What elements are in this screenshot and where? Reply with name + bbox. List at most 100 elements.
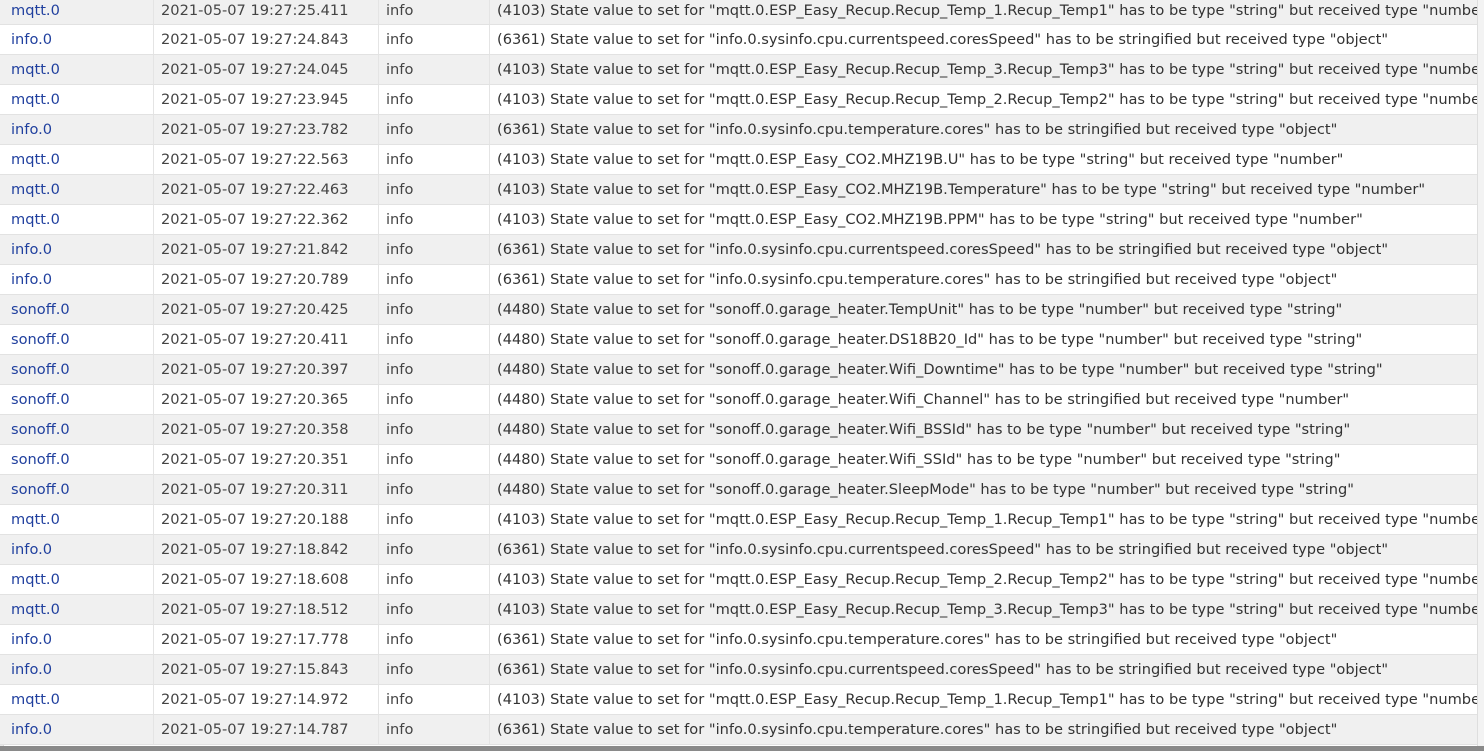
log-timestamp: 2021-05-07 19:27:20.358	[154, 415, 379, 444]
log-message: (4103) State value to set for "mqtt.0.ES…	[497, 601, 1477, 618]
log-source: mqtt.0	[4, 175, 154, 204]
vertical-scrollbar[interactable]	[1477, 0, 1484, 746]
log-message: (4103) State value to set for "mqtt.0.ES…	[497, 181, 1426, 198]
log-severity: info	[379, 295, 490, 324]
log-severity: info	[379, 655, 490, 684]
table-row[interactable]: sonoff.0 2021-05-07 19:27:20.311 info (4480…	[0, 475, 1484, 505]
log-message: (4103) State value to set for "mqtt.0.ES…	[497, 211, 1363, 228]
table-row[interactable]: mqtt.0 2021-05-07 19:27:25.411 info (4103) …	[0, 0, 1484, 25]
log-severity: info	[379, 85, 490, 114]
table-row[interactable]: sonoff.0 2021-05-07 19:27:20.351 info (4480…	[0, 445, 1484, 475]
log-severity: info	[379, 715, 490, 744]
log-timestamp: 2021-05-07 19:27:20.188	[154, 505, 379, 534]
log-severity: info	[379, 55, 490, 84]
log-timestamp: 2021-05-07 19:27:15.843	[154, 655, 379, 684]
table-row[interactable]: info.0 2021-05-07 19:27:17.778 info (6361) …	[0, 625, 1484, 655]
table-row[interactable]: sonoff.0 2021-05-07 19:27:20.397 info (4480…	[0, 355, 1484, 385]
log-message: (6361) State value to set for "info.0.sy…	[497, 661, 1389, 678]
table-row[interactable]: sonoff.0 2021-05-07 19:27:20.365 info (4480…	[0, 385, 1484, 415]
log-timestamp: 2021-05-07 19:27:17.778	[154, 625, 379, 654]
log-message: (6361) State value to set for "info.0.sy…	[497, 31, 1389, 48]
log-source: info.0	[4, 235, 154, 264]
table-row[interactable]: info.0 2021-05-07 19:27:15.843 info (6361) …	[0, 655, 1484, 685]
table-row[interactable]: mqtt.0 2021-05-07 19:27:24.045 info (4103) …	[0, 55, 1484, 85]
log-timestamp: 2021-05-07 19:27:23.782	[154, 115, 379, 144]
table-row[interactable]: mqtt.0 2021-05-07 19:27:20.188 info (4103) …	[0, 505, 1484, 535]
horizontal-scrollbar[interactable]	[0, 746, 1484, 751]
log-message: (4103) State value to set for "mqtt.0.ES…	[497, 61, 1477, 78]
log-severity: info	[379, 595, 490, 624]
log-timestamp: 2021-05-07 19:27:22.362	[154, 205, 379, 234]
table-row[interactable]: info.0 2021-05-07 19:27:21.842 info (6361) …	[0, 235, 1484, 265]
log-severity: info	[379, 115, 490, 144]
log-severity: info	[379, 565, 490, 594]
log-message: (6361) State value to set for "info.0.sy…	[497, 631, 1338, 648]
log-source: sonoff.0	[4, 325, 154, 354]
log-timestamp: 2021-05-07 19:27:14.787	[154, 715, 379, 744]
log-timestamp: 2021-05-07 19:27:18.512	[154, 595, 379, 624]
log-timestamp: 2021-05-07 19:27:22.463	[154, 175, 379, 204]
table-row[interactable]: info.0 2021-05-07 19:27:18.842 info (6361) …	[0, 535, 1484, 565]
log-source: info.0	[4, 115, 154, 144]
table-row[interactable]: sonoff.0 2021-05-07 19:27:20.358 info (4480…	[0, 415, 1484, 445]
log-timestamp: 2021-05-07 19:27:18.842	[154, 535, 379, 564]
log-source: info.0	[4, 25, 154, 54]
table-row[interactable]: mqtt.0 2021-05-07 19:27:22.563 info (4103) …	[0, 145, 1484, 175]
log-message: (4480) State value to set for "sonoff.0.…	[497, 481, 1354, 498]
log-timestamp: 2021-05-07 19:27:20.425	[154, 295, 379, 324]
log-source: info.0	[4, 265, 154, 294]
log-severity: info	[379, 235, 490, 264]
log-timestamp: 2021-05-07 19:27:20.789	[154, 265, 379, 294]
log-severity: info	[379, 325, 490, 354]
log-severity: info	[379, 685, 490, 714]
log-source: mqtt.0	[4, 565, 154, 594]
log-severity: info	[379, 625, 490, 654]
log-source: mqtt.0	[4, 145, 154, 174]
log-source: info.0	[4, 535, 154, 564]
log-timestamp: 2021-05-07 19:27:21.842	[154, 235, 379, 264]
table-row[interactable]: mqtt.0 2021-05-07 19:27:22.362 info (4103) …	[0, 205, 1484, 235]
log-severity: info	[379, 25, 490, 54]
log-severity: info	[379, 535, 490, 564]
log-timestamp: 2021-05-07 19:27:24.045	[154, 55, 379, 84]
log-severity: info	[379, 385, 490, 414]
log-source: mqtt.0	[4, 55, 154, 84]
log-severity: info	[379, 415, 490, 444]
table-row[interactable]: mqtt.0 2021-05-07 19:27:18.608 info (4103) …	[0, 565, 1484, 595]
table-row[interactable]: mqtt.0 2021-05-07 19:27:18.512 info (4103) …	[0, 595, 1484, 625]
log-message: (6361) State value to set for "info.0.sy…	[497, 721, 1338, 738]
table-row[interactable]: mqtt.0 2021-05-07 19:27:14.972 info (4103) …	[0, 685, 1484, 715]
table-row[interactable]: mqtt.0 2021-05-07 19:27:22.463 info (4103) …	[0, 175, 1484, 205]
log-rows: mqtt.0 2021-05-07 19:27:25.411 info (4103) …	[0, 0, 1484, 745]
table-row[interactable]: info.0 2021-05-07 19:27:14.787 info (6361) …	[0, 715, 1484, 745]
table-row[interactable]: sonoff.0 2021-05-07 19:27:20.425 info (4480…	[0, 295, 1484, 325]
table-row[interactable]: mqtt.0 2021-05-07 19:27:23.945 info (4103) …	[0, 85, 1484, 115]
table-row[interactable]: sonoff.0 2021-05-07 19:27:20.411 info (4480…	[0, 325, 1484, 355]
log-source: mqtt.0	[4, 0, 154, 24]
log-severity: info	[379, 505, 490, 534]
log-message: (4103) State value to set for "mqtt.0.ES…	[497, 571, 1477, 588]
log-timestamp: 2021-05-07 19:27:18.608	[154, 565, 379, 594]
log-table: mqtt.0 2021-05-07 19:27:25.411 info (4103) …	[0, 0, 1484, 746]
log-timestamp: 2021-05-07 19:27:20.365	[154, 385, 379, 414]
log-severity: info	[379, 445, 490, 474]
log-timestamp: 2021-05-07 19:27:20.351	[154, 445, 379, 474]
log-severity: info	[379, 175, 490, 204]
log-source: info.0	[4, 715, 154, 744]
table-row[interactable]: info.0 2021-05-07 19:27:20.789 info (6361) …	[0, 265, 1484, 295]
log-severity: info	[379, 0, 490, 24]
table-row[interactable]: info.0 2021-05-07 19:27:24.843 info (6361) …	[0, 25, 1484, 55]
log-source: mqtt.0	[4, 205, 154, 234]
log-source: mqtt.0	[4, 85, 154, 114]
log-source: sonoff.0	[4, 385, 154, 414]
log-severity: info	[379, 475, 490, 504]
log-source: sonoff.0	[4, 295, 154, 324]
log-message: (4103) State value to set for "mqtt.0.ES…	[497, 2, 1477, 19]
log-source: sonoff.0	[4, 445, 154, 474]
log-message: (6361) State value to set for "info.0.sy…	[497, 241, 1389, 258]
log-message: (4480) State value to set for "sonoff.0.…	[497, 451, 1341, 468]
log-message: (4480) State value to set for "sonoff.0.…	[497, 361, 1383, 378]
log-severity: info	[379, 265, 490, 294]
table-row[interactable]: info.0 2021-05-07 19:27:23.782 info (6361) …	[0, 115, 1484, 145]
log-message: (4103) State value to set for "mqtt.0.ES…	[497, 511, 1477, 528]
